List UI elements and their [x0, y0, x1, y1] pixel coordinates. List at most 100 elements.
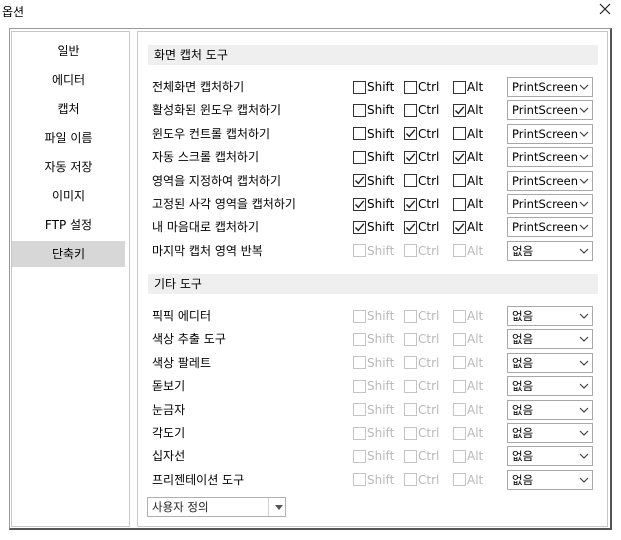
alt-checkbox[interactable]	[453, 449, 466, 463]
hotkey-label: 각도기	[152, 426, 186, 440]
sidebar-item-editor[interactable]: 에디터	[12, 67, 125, 93]
alt-checkbox[interactable]	[453, 379, 466, 393]
shift-label: Shift	[367, 103, 395, 118]
ctrl-label: Ctrl	[418, 449, 440, 464]
alt-label: Alt	[467, 197, 484, 211]
shift-checkbox[interactable]	[353, 127, 366, 141]
shift-checkbox[interactable]	[353, 220, 366, 234]
hotkey-label: 자동 스크롤 캡처하기	[152, 150, 259, 165]
alt-checkbox[interactable]	[453, 244, 466, 258]
ctrl-checkbox[interactable]	[404, 473, 417, 487]
shift-label: Shift	[367, 150, 395, 165]
ctrl-checkbox[interactable]	[404, 127, 417, 141]
key-select[interactable]: 없음	[507, 240, 593, 261]
check-icon	[405, 129, 416, 138]
alt-label: Alt	[467, 150, 484, 165]
sidebar-item-label: 에디터	[51, 73, 86, 87]
sidebar-item-ftp[interactable]: FTP 설정	[12, 212, 125, 238]
alt-label: Alt	[467, 103, 484, 118]
alt-checkbox[interactable]	[453, 150, 466, 164]
key-select[interactable]: 없음	[507, 352, 593, 373]
ctrl-checkbox[interactable]	[404, 103, 417, 117]
sidebar-item-general[interactable]: 일반	[12, 38, 125, 64]
ctrl-label: Ctrl	[418, 80, 440, 94]
ctrl-checkbox[interactable]	[404, 220, 417, 234]
shift-checkbox[interactable]	[353, 449, 366, 463]
alt-checkbox[interactable]	[453, 473, 466, 487]
shift-checkbox[interactable]	[353, 150, 366, 164]
alt-checkbox[interactable]	[453, 197, 466, 211]
key-select[interactable]: PrintScreen	[507, 123, 593, 144]
chevron-down-icon	[579, 224, 589, 231]
key-select[interactable]: 없음	[507, 329, 593, 350]
ctrl-checkbox[interactable]	[404, 356, 417, 370]
ctrl-checkbox[interactable]	[404, 379, 417, 393]
alt-checkbox[interactable]	[453, 174, 466, 188]
chevron-down-icon	[579, 407, 589, 413]
hotkey-label: 마지막 캡처 영역 반복	[152, 243, 263, 258]
chevron-down-icon	[579, 453, 589, 460]
ctrl-checkbox[interactable]	[404, 244, 417, 258]
key-select[interactable]: 없음	[507, 446, 593, 467]
shift-checkbox[interactable]	[353, 356, 366, 370]
shift-checkbox[interactable]	[353, 103, 366, 117]
alt-checkbox[interactable]	[453, 356, 466, 370]
ctrl-checkbox[interactable]	[404, 174, 417, 188]
alt-label: Alt	[467, 126, 484, 141]
ctrl-checkbox[interactable]	[404, 426, 417, 440]
ctrl-checkbox[interactable]	[404, 332, 417, 346]
key-select-value: PrintScreen	[512, 126, 578, 141]
key-select[interactable]: PrintScreen	[507, 147, 593, 168]
window-title: 옵션	[2, 5, 25, 19]
key-select[interactable]: 없음	[507, 469, 593, 490]
key-select[interactable]: 없음	[507, 376, 593, 397]
ctrl-checkbox[interactable]	[404, 80, 417, 94]
shift-checkbox[interactable]	[353, 403, 366, 417]
alt-checkbox[interactable]	[453, 80, 466, 94]
check-icon	[454, 153, 465, 162]
alt-checkbox[interactable]	[453, 403, 466, 417]
key-select[interactable]: PrintScreen	[507, 194, 593, 214]
sidebar-item-hotkeys[interactable]: 단축키	[12, 241, 125, 267]
shift-checkbox[interactable]	[353, 174, 366, 188]
shift-checkbox[interactable]	[353, 309, 366, 323]
alt-label: Alt	[467, 402, 484, 417]
preset-dropdown[interactable]: 사용자 정의	[147, 497, 286, 517]
chevron-down-icon	[579, 131, 589, 137]
chevron-down-icon	[579, 248, 589, 254]
alt-checkbox[interactable]	[453, 127, 466, 141]
shift-checkbox[interactable]	[353, 332, 366, 346]
ctrl-checkbox[interactable]	[404, 403, 417, 417]
shift-checkbox[interactable]	[353, 379, 366, 393]
key-select[interactable]: PrintScreen	[507, 170, 593, 191]
ctrl-checkbox[interactable]	[404, 309, 417, 323]
ctrl-checkbox[interactable]	[404, 449, 417, 463]
section-title: 기타 도구	[154, 277, 202, 291]
shift-checkbox[interactable]	[353, 473, 366, 487]
shift-checkbox[interactable]	[353, 197, 366, 211]
shift-checkbox[interactable]	[353, 80, 366, 94]
sidebar-item-image[interactable]: 이미지	[12, 183, 125, 209]
sidebar-item-capture[interactable]: 캡처	[12, 96, 125, 122]
key-select[interactable]: 없음	[507, 306, 593, 326]
hotkey-label: 십자선	[152, 449, 186, 464]
key-select[interactable]: 없음	[507, 423, 593, 443]
alt-checkbox[interactable]	[453, 309, 466, 323]
alt-checkbox[interactable]	[453, 220, 466, 234]
key-select[interactable]: 없음	[507, 399, 593, 420]
ctrl-checkbox[interactable]	[404, 150, 417, 164]
sidebar-item-file-name[interactable]: 파일 이름	[12, 125, 125, 151]
shift-label: Shift	[367, 379, 395, 394]
shift-checkbox[interactable]	[353, 244, 366, 258]
ctrl-checkbox[interactable]	[404, 197, 417, 211]
sidebar-item-auto-save[interactable]: 자동 저장	[12, 154, 125, 180]
close-icon[interactable]	[597, 1, 613, 17]
key-select[interactable]: PrintScreen	[507, 217, 593, 238]
shift-checkbox[interactable]	[353, 426, 366, 440]
key-select-value: 없음	[512, 449, 534, 464]
key-select[interactable]: PrintScreen	[507, 77, 593, 97]
alt-checkbox[interactable]	[453, 103, 466, 117]
alt-checkbox[interactable]	[453, 332, 466, 346]
alt-checkbox[interactable]	[453, 426, 466, 440]
key-select[interactable]: PrintScreen	[507, 100, 593, 121]
